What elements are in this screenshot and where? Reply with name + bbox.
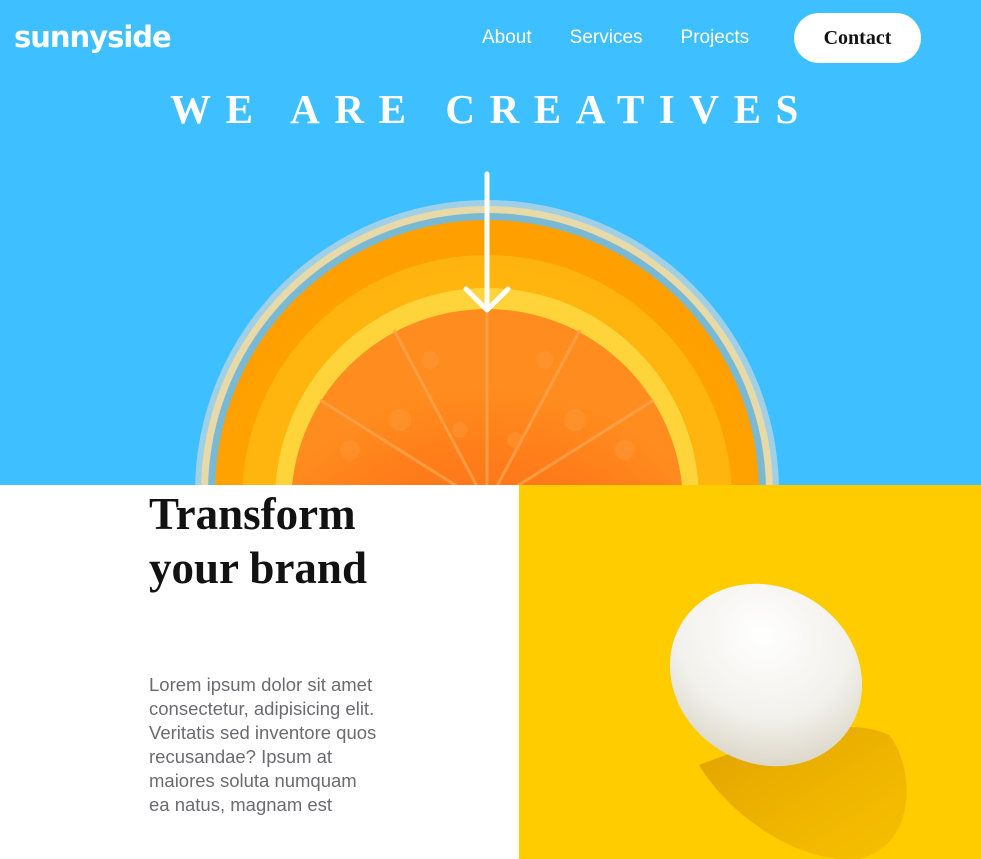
egg-image — [519, 485, 981, 859]
contact-button[interactable]: Contact — [794, 13, 921, 63]
nav-link-about[interactable]: About — [482, 25, 532, 51]
transform-section: Transform your brand Lorem ipsum dolor s… — [0, 485, 519, 859]
arrow-down-icon — [463, 171, 511, 313]
hero-section: sunnyside About Services Projects Contac… — [0, 0, 981, 485]
nav-link-services[interactable]: Services — [570, 25, 643, 51]
section-heading: Transform your brand — [149, 489, 367, 593]
main-nav: About Services Projects — [482, 25, 749, 51]
section-description: Lorem ipsum dolor sit amet consectetur, … — [149, 674, 377, 815]
hero-title: WE ARE CREATIVES — [170, 86, 813, 132]
nav-link-projects[interactable]: Projects — [681, 25, 750, 51]
egg-illustration — [519, 485, 981, 859]
logo[interactable]: sunnyside — [14, 17, 172, 57]
